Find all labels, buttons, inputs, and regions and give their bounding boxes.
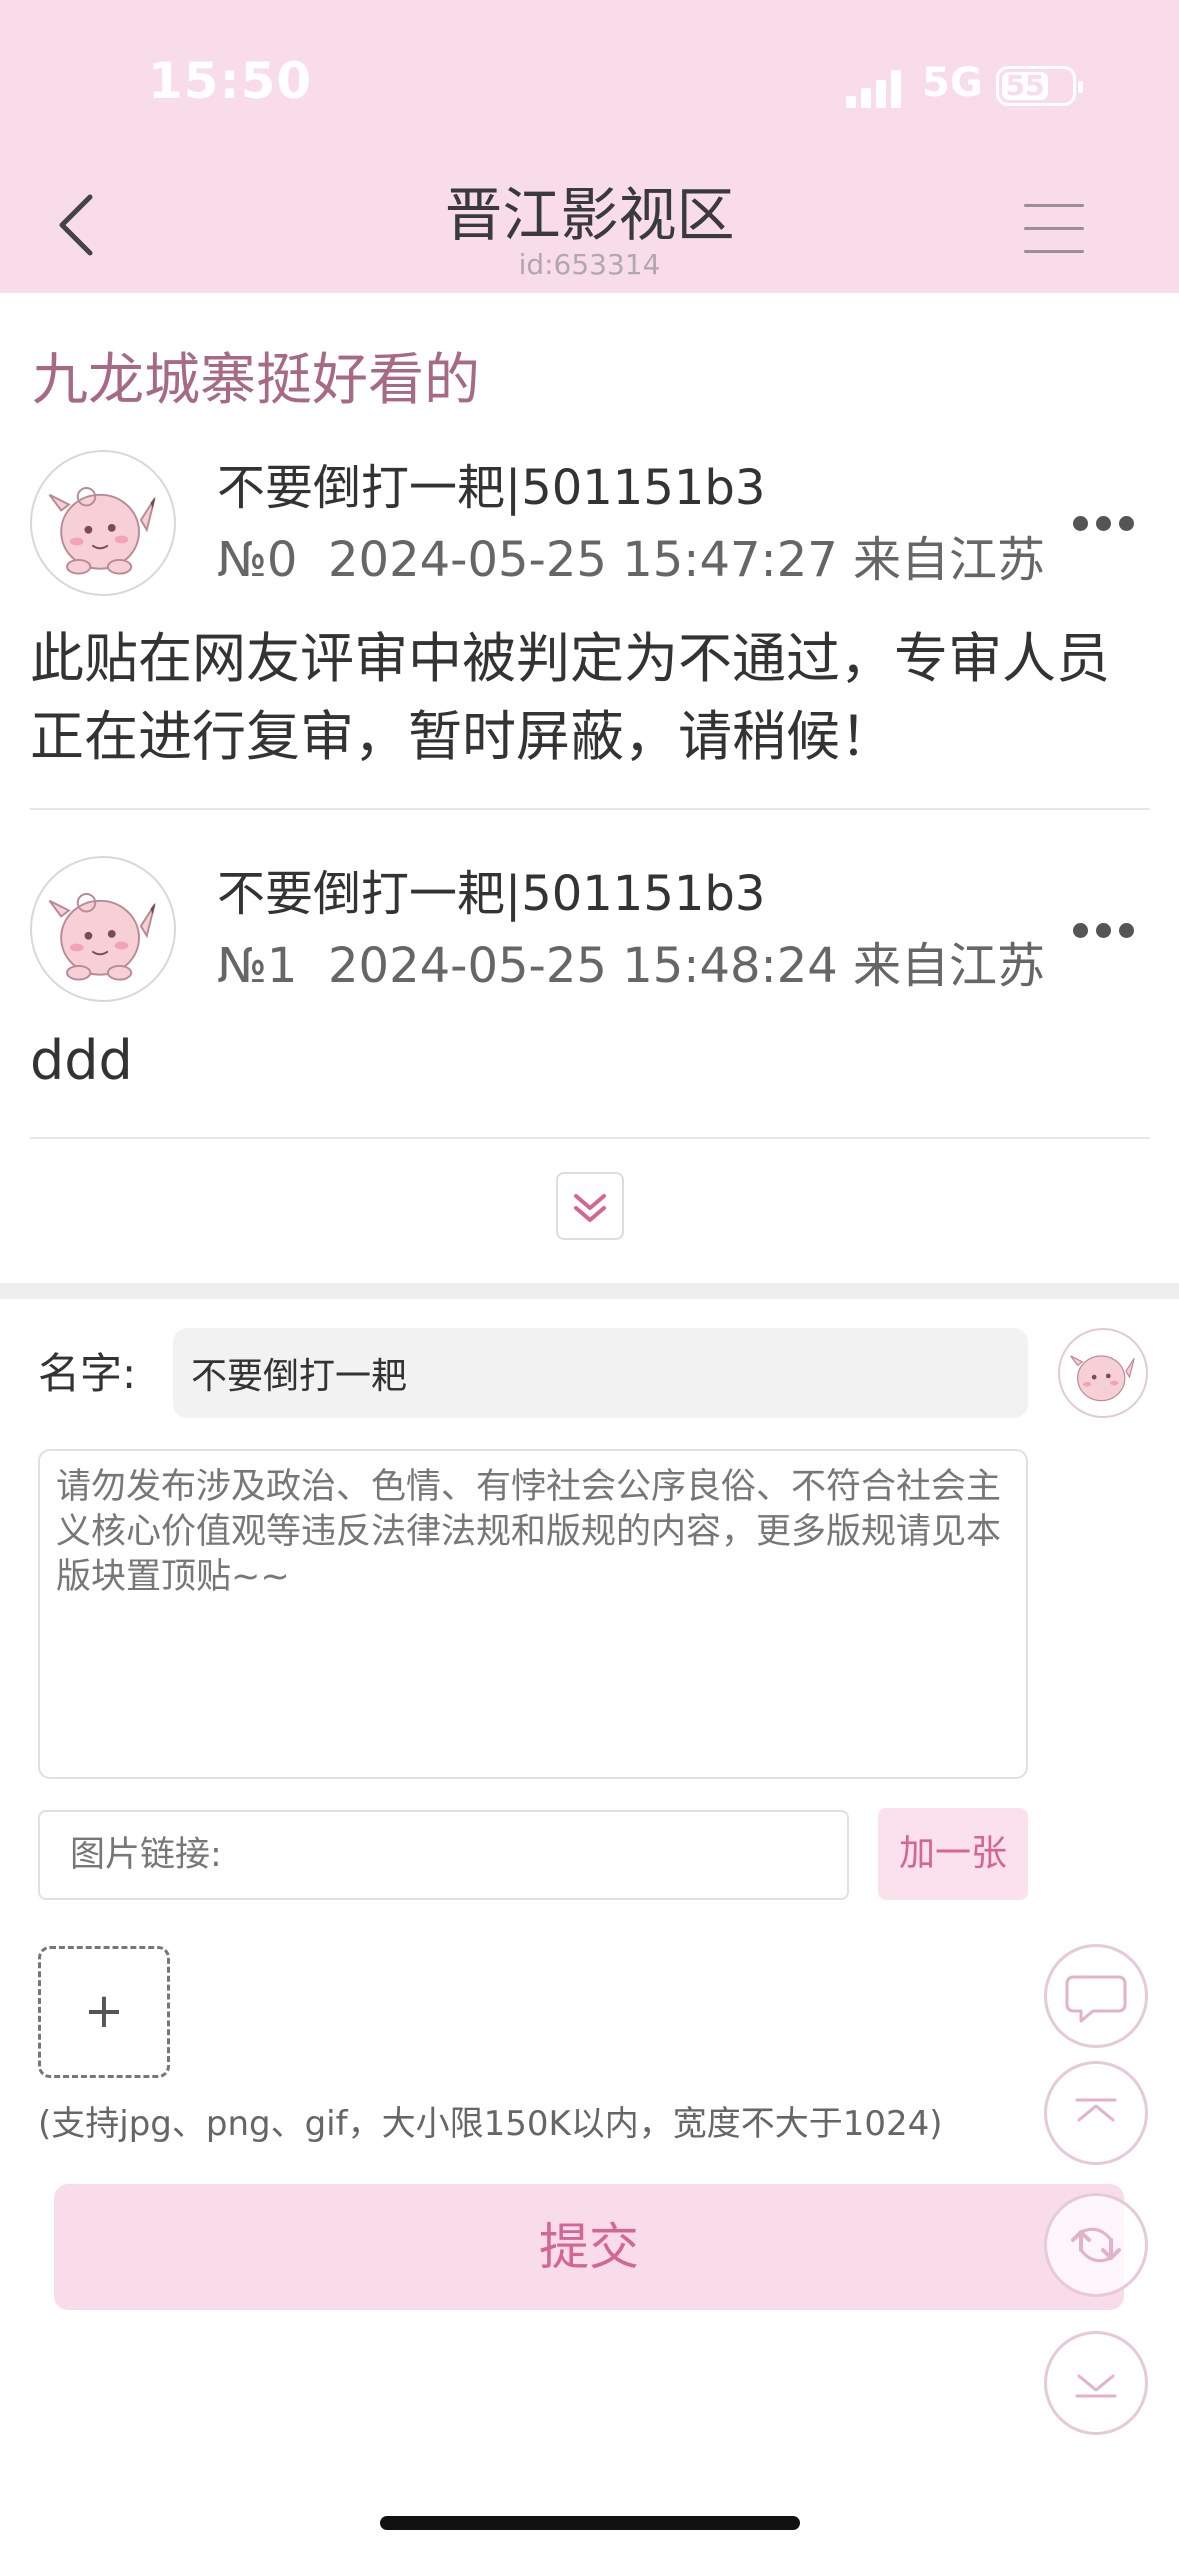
battery-level: 55 [1002, 72, 1048, 100]
username: 不要倒打一耙 [217, 460, 506, 516]
name-label: 名字: [38, 1349, 137, 1398]
user-code: |501151b3 [505, 460, 766, 516]
floor-number: №0 [217, 532, 298, 588]
post-meta: №0 2024-05-25 15:47:27 来自江苏 [217, 520, 1045, 590]
floor-number: №1 [217, 938, 298, 994]
submit-button[interactable]: 提交 [54, 2184, 1124, 2310]
arrow-down-icon [1075, 2374, 1117, 2398]
upload-hint: (支持jpg、png、gif，大小限150K以内，宽度不大于1024) [38, 2104, 943, 2144]
comment-bubble-icon [1065, 1975, 1127, 2023]
clefairy-avatar-icon [1070, 1355, 1135, 1402]
top-header: 15:50 5G 55 晋江影视区 id:653314 [0, 0, 1179, 293]
clefairy-avatar-icon [48, 893, 156, 981]
expand-more-button[interactable] [556, 1172, 624, 1240]
arrow-up-icon [1075, 2098, 1117, 2122]
post-location: 来自江苏 [853, 532, 1046, 588]
post-author[interactable]: 不要倒打一耙|501151b3 [217, 854, 765, 924]
post-meta: №1 2024-05-25 15:48:24 来自江苏 [217, 926, 1045, 996]
name-input[interactable] [173, 1328, 1028, 1418]
post-location: 来自江苏 [853, 938, 1046, 994]
refresh-button[interactable] [1044, 2193, 1148, 2297]
reply-avatar[interactable] [1058, 1328, 1148, 1418]
section-separator [0, 1283, 1179, 1299]
post-body: 此贴在网友评审中被判定为不通过，专审人员正在进行复审，暂时屏蔽，请稍候！ [30, 627, 1110, 768]
scroll-top-button[interactable] [1044, 2061, 1148, 2165]
more-dots-icon[interactable] [1068, 508, 1138, 538]
home-indicator[interactable] [380, 2516, 800, 2530]
divider [30, 808, 1150, 810]
hamburger-menu-icon[interactable] [1024, 204, 1084, 254]
divider [30, 1137, 1150, 1139]
double-chevron-down-icon [574, 1194, 606, 1222]
clefairy-avatar-icon [48, 487, 156, 575]
more-dots-icon[interactable] [1068, 915, 1138, 945]
upload-image-button[interactable]: + [38, 1946, 170, 2078]
user-code: |501151b3 [505, 866, 766, 922]
board-id: id:653314 [518, 248, 661, 281]
add-image-button[interactable]: 加一张 [878, 1808, 1028, 1900]
avatar[interactable] [30, 450, 176, 596]
signal-icon [846, 68, 908, 108]
battery-icon: 55 [996, 66, 1083, 106]
reply-content-textarea[interactable] [38, 1449, 1028, 1779]
image-link-input[interactable] [38, 1810, 849, 1900]
page-title: 晋江影视区 [444, 181, 735, 249]
comment-button[interactable] [1044, 1944, 1148, 2048]
network-type: 5G [922, 60, 983, 106]
post-body: ddd [30, 1029, 133, 1092]
username: 不要倒打一耙 [217, 866, 506, 922]
status-time: 15:50 [148, 52, 313, 110]
post-datetime: 2024-05-25 15:47:27 [327, 532, 838, 588]
post-author[interactable]: 不要倒打一耙|501151b3 [217, 448, 765, 518]
post-datetime: 2024-05-25 15:48:24 [327, 938, 838, 994]
plus-icon: + [83, 1983, 125, 2039]
scroll-bottom-button[interactable] [1044, 2331, 1148, 2435]
thread-title: 九龙城寨挺好看的 [32, 348, 480, 413]
avatar[interactable] [30, 856, 176, 1002]
refresh-icon [1071, 2227, 1121, 2263]
